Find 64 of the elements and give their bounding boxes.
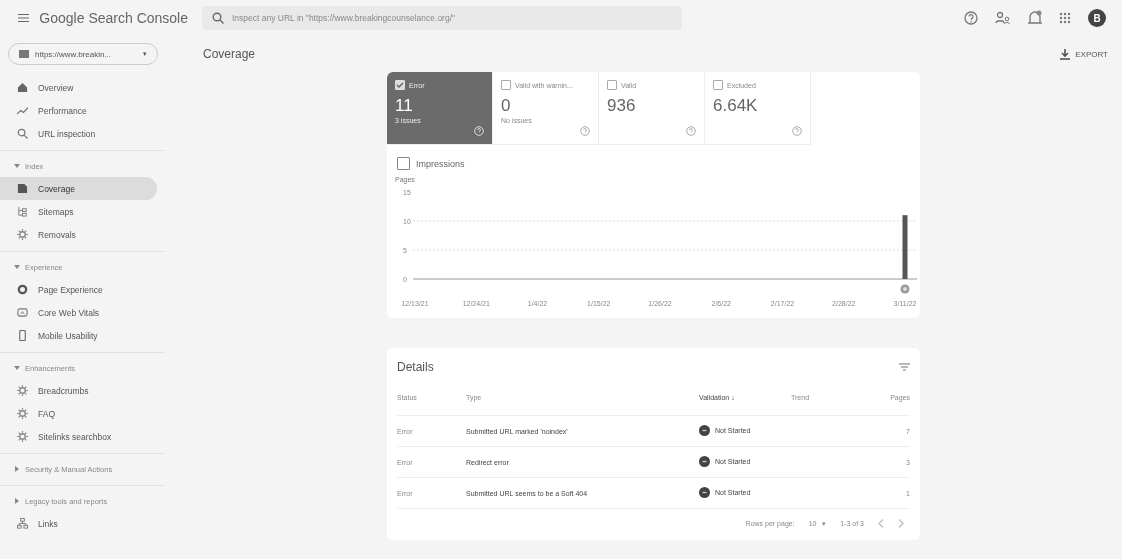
ring-icon — [17, 284, 28, 295]
card-checkbox[interactable] — [607, 80, 617, 90]
menu-icon[interactable] — [18, 12, 30, 24]
annotation-marker-icon[interactable] — [900, 284, 910, 294]
card-value: 936 — [607, 96, 637, 116]
impressions-checkbox[interactable] — [397, 157, 410, 170]
card-checkbox[interactable] — [501, 80, 511, 90]
gear-icon — [17, 229, 28, 240]
app-title: Google Search Console — [39, 10, 188, 26]
nav-item[interactable]: Breadcrumbs — [0, 379, 157, 402]
search-icon — [212, 12, 224, 24]
nav-item[interactable]: Links — [0, 512, 157, 535]
card-checkbox[interactable] — [713, 80, 723, 90]
trend-line-icon — [17, 105, 28, 116]
section-title: Details — [397, 360, 434, 374]
status-icon — [699, 456, 710, 467]
checkbox-label: Impressions — [416, 158, 465, 169]
gear-icon — [17, 408, 28, 419]
nav-item[interactable]: FAQ — [0, 402, 157, 425]
account-avatar[interactable]: B — [1088, 9, 1106, 27]
apps-grid-icon[interactable] — [1059, 12, 1071, 24]
phone-icon — [17, 330, 28, 341]
card-value: 6.64K — [713, 96, 759, 116]
sitemap-icon — [17, 206, 28, 217]
status-icon — [699, 487, 710, 498]
page-title: Coverage — [203, 47, 256, 61]
caret-icon — [14, 498, 20, 504]
nav-item[interactable]: Coverage — [0, 177, 157, 200]
search-icon — [17, 128, 28, 139]
previous-page-icon[interactable] — [878, 519, 884, 528]
document-icon — [17, 183, 28, 194]
nav-item[interactable]: Page Experience — [0, 278, 157, 301]
caret-icon — [14, 163, 20, 169]
help-icon[interactable] — [686, 126, 696, 136]
search-field[interactable]: Inspect any URL in "https://www.breakingcounselance.org/" — [202, 6, 682, 30]
card-value: 0 — [501, 96, 512, 116]
card-value: 11 — [395, 96, 414, 116]
bell-icon[interactable] — [1028, 10, 1042, 26]
gear-icon — [17, 431, 28, 442]
caret-icon — [14, 466, 20, 472]
gear-icon — [17, 385, 28, 396]
download-icon — [1060, 48, 1071, 60]
help-icon[interactable] — [964, 11, 978, 25]
nav-item[interactable]: URL inspection — [0, 122, 157, 145]
nav-item[interactable]: Overview — [0, 76, 157, 99]
network-icon — [17, 518, 28, 529]
nav-item[interactable]: Core Web Vitals — [0, 301, 157, 324]
nav-item[interactable]: Removals — [0, 223, 157, 246]
caret-icon — [14, 365, 20, 371]
chart-bar — [902, 215, 908, 279]
home-icon — [17, 82, 28, 93]
nav-item[interactable]: Sitelinks searchbox — [0, 425, 157, 448]
nav-item[interactable]: Performance — [0, 99, 157, 122]
caret-icon — [14, 264, 20, 270]
next-page-icon[interactable] — [898, 519, 904, 528]
help-icon[interactable] — [580, 126, 590, 136]
export-button[interactable]: EXPORT — [1054, 47, 1114, 61]
nav-item[interactable]: Mobile Usability — [0, 324, 157, 347]
help-icon[interactable] — [792, 126, 802, 136]
gauge-icon — [17, 307, 28, 318]
people-icon[interactable] — [995, 11, 1011, 25]
filter-icon[interactable] — [899, 363, 910, 371]
nav-item[interactable]: Sitemaps — [0, 200, 157, 223]
status-icon — [699, 425, 710, 436]
